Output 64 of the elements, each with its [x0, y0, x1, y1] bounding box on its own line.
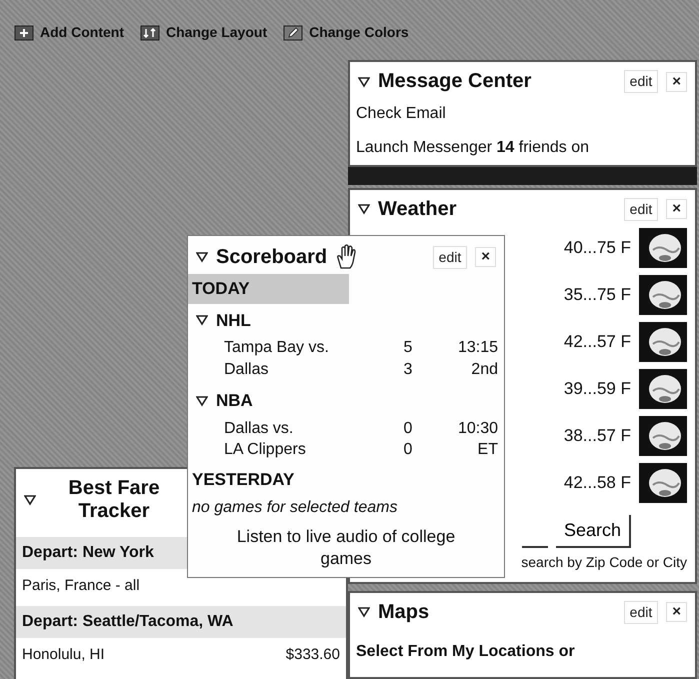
team-score: 5: [402, 338, 414, 358]
game-status: ET: [476, 440, 498, 460]
toolbar-button[interactable]: Add Content: [14, 18, 124, 47]
fare-price: $333.60: [286, 644, 340, 664]
collapse-triangle-icon[interactable]: [358, 203, 370, 216]
temperature-range: 39...59 F: [564, 378, 631, 400]
panel-title: Best Fare Tracker: [67, 477, 161, 523]
day-heading: TODAY: [188, 274, 349, 304]
day-heading: YESTERDAY: [191, 468, 296, 491]
collapse-triangle-icon[interactable]: [196, 314, 208, 326]
collapse-triangle-icon[interactable]: [196, 251, 208, 263]
weather-icon: [639, 463, 687, 504]
weather-icon: [639, 416, 687, 456]
close-button[interactable]: ×: [666, 199, 687, 220]
edit-button[interactable]: edit: [624, 70, 658, 93]
edit-button[interactable]: edit: [624, 198, 658, 221]
fare-route[interactable]: Paris, France - all: [22, 575, 140, 598]
temperature-range: 38...57 F: [564, 425, 631, 448]
no-games-note: no games for selected teams: [191, 498, 398, 518]
maps-text: Select From My Locations or: [355, 642, 576, 662]
layout-icon: [140, 24, 160, 40]
panel-title: Weather: [378, 198, 457, 221]
pencil-icon: [283, 24, 304, 40]
weather-icon: [639, 275, 687, 316]
league-name: NBA: [216, 390, 253, 412]
collapse-triangle-icon[interactable]: [358, 606, 370, 618]
panel-title: Maps: [378, 600, 430, 624]
collapse-triangle-icon[interactable]: [196, 394, 208, 407]
panel-title: Message Center: [378, 70, 532, 93]
close-button[interactable]: ×: [475, 247, 496, 267]
team-score: 0: [402, 418, 414, 439]
add-icon: [14, 24, 34, 40]
team-name: Dallas: [224, 360, 270, 380]
team-name: Dallas vs.: [224, 418, 294, 439]
message-link[interactable]: Launch Messenger 14 friends on: [350, 131, 695, 165]
team-score: 3: [402, 360, 414, 380]
panel-title: Scoreboard: [216, 246, 328, 268]
message-link[interactable]: Check Email: [350, 97, 695, 131]
edit-button[interactable]: edit: [432, 246, 468, 268]
toolbar-button[interactable]: Change Colors: [283, 18, 409, 47]
collapse-triangle-icon[interactable]: [24, 494, 36, 506]
edit-button[interactable]: edit: [624, 600, 658, 624]
depart-heading: Depart: Seattle/Tacoma, WA: [16, 606, 346, 638]
temperature-range: 35...75 F: [564, 284, 631, 306]
close-button[interactable]: ×: [666, 602, 687, 622]
toolbar-button[interactable]: Change Layout: [140, 18, 268, 47]
weather-icon: [639, 322, 687, 362]
game-status: 2nd: [470, 360, 498, 380]
collapse-triangle-icon[interactable]: [358, 76, 370, 88]
team-name: LA Clippers: [224, 440, 307, 460]
temperature-range: 40...75 F: [564, 237, 631, 260]
close-button[interactable]: ×: [666, 72, 687, 92]
weather-icon: [639, 369, 687, 410]
team-name: Tampa Bay vs.: [224, 338, 330, 358]
weather-icon: [639, 228, 687, 268]
league-name: NHL: [216, 310, 251, 332]
game-status: 10:30: [456, 418, 498, 439]
team-score: 0: [402, 440, 414, 460]
temperature-range: 42...58 F: [564, 472, 631, 494]
search-button[interactable]: Search: [556, 514, 631, 548]
game-status: 13:15: [456, 338, 498, 358]
fare-route[interactable]: Honolulu, HI: [22, 644, 105, 666]
temperature-range: 42...57 F: [564, 331, 631, 354]
hand-cursor-icon: [335, 244, 358, 270]
